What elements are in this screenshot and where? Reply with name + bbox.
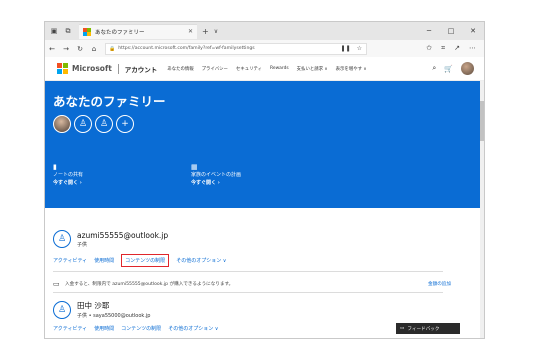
nav-security[interactable]: セキュリティ (236, 66, 262, 72)
nav-your-info[interactable]: あなたの情報 (167, 66, 193, 72)
divider (53, 292, 443, 293)
favorites-icon[interactable]: ✩ (426, 44, 432, 53)
scrollbar[interactable] (480, 81, 484, 338)
nav-rewards[interactable]: Rewards (270, 66, 289, 72)
page-title: あなたのファミリー (53, 94, 166, 109)
feedback-label: フィードバック (407, 326, 440, 332)
member-tabs: アクティビティ 使用時間 コンテンツの制限 その他のオプション ∨ (53, 254, 473, 267)
member-card: ♙ azumi55555@outlook.jp 子供 アクティビティ 使用時間 … (53, 230, 473, 293)
share-icon[interactable]: ↗ (454, 44, 460, 53)
scroll-thumb[interactable] (480, 101, 484, 141)
tab-more-options[interactable]: その他のオプション ∨ (168, 325, 218, 332)
close-window-button[interactable]: ✕ (462, 27, 484, 35)
nav-privacy[interactable]: プライバシー (202, 66, 228, 72)
lock-icon: 🔒 (109, 45, 116, 52)
feature-calendar: ▦ 家族のイベントの計画 今すぐ開く › (191, 163, 241, 187)
feature-label: ノートの共有 (53, 172, 84, 178)
cart-icon[interactable]: 🛒 (444, 65, 453, 73)
member-name: 田中 沙耶 (77, 301, 110, 310)
url-text[interactable]: https://account.microsoft.com/family?ref… (118, 46, 254, 51)
favorite-star-icon[interactable]: ☆ (357, 45, 362, 52)
back-button[interactable]: ← (45, 45, 59, 53)
spending-notice: ▭ 入金すると、制限内で azumi55555@outlook.jp が購入でき… (53, 280, 473, 288)
member-role: 子供 (77, 241, 88, 248)
feedback-icon: ▭ (400, 326, 405, 331)
user-avatar[interactable] (461, 62, 474, 75)
family-hero: あなたのファミリー ♙ ♙ + ▮ ノートの共有 今すぐ開く › ▦ 家族のイベ… (45, 81, 484, 208)
address-toolbar: ← → ↻ ⌂ 🔒 https://account.microsoft.com/… (45, 40, 484, 57)
member-email: azumi55555@outlook.jp (77, 230, 169, 240)
header-divider (117, 63, 119, 74)
tab-activity[interactable]: アクティビティ (53, 325, 87, 332)
brand-name[interactable]: Microsoft (72, 64, 112, 73)
browser-window: ▣ ⧉ あなたのファミリー ✕ + ∨ ─ □ ✕ ← → ↻ ⌂ 🔒 http… (44, 21, 485, 339)
new-tab-button[interactable]: + (202, 27, 209, 36)
open-now-link[interactable]: 今すぐ開く › (53, 179, 83, 187)
account-link[interactable]: アカウント (125, 64, 158, 74)
close-tab-icon[interactable]: ✕ (188, 28, 193, 35)
onenote-icon: ▮ (53, 163, 57, 171)
card-icon: ▭ (53, 280, 60, 288)
tab-title: あなたのファミリー (95, 29, 145, 36)
feature-label: 家族のイベントの計画 (191, 172, 242, 178)
calendar-icon: ▦ (191, 163, 198, 171)
address-bar[interactable]: 🔒 https://account.microsoft.com/family?r… (105, 42, 367, 55)
reading-view-icon[interactable]: ❚❚ (341, 45, 351, 52)
tab-actions-icon[interactable]: ⧉ (63, 26, 73, 36)
member-list: ♙ azumi55555@outlook.jp 子供 アクティビティ 使用時間 … (45, 208, 484, 338)
member-avatar-photo[interactable] (53, 115, 71, 133)
maximize-button[interactable]: □ (440, 27, 462, 35)
tab-content-restrictions[interactable]: コンテンツの制限 (121, 325, 161, 332)
forward-button[interactable]: → (59, 45, 73, 53)
member-avatars: ♙ ♙ + (53, 115, 134, 133)
person-icon: ♙ (53, 300, 71, 319)
tab-screen-time[interactable]: 使用時間 (94, 257, 114, 264)
tab-list-chevron-icon[interactable]: ∨ (214, 28, 218, 35)
home-button[interactable]: ⌂ (87, 45, 101, 53)
person-icon: ♙ (53, 230, 71, 248)
nav-payment[interactable]: 支払いと請求 ∨ (297, 66, 328, 72)
window-menu-icon[interactable]: ▣ (49, 26, 59, 36)
divider (53, 271, 443, 272)
nav-more[interactable]: 表示を増やす ∨ (336, 66, 367, 72)
add-member-button[interactable]: + (116, 115, 134, 133)
header-nav: あなたの情報 プライバシー セキュリティ Rewards 支払いと請求 ∨ 表示… (167, 66, 366, 72)
minimize-button[interactable]: ─ (418, 27, 440, 35)
open-now-link[interactable]: 今すぐ開く › (191, 179, 241, 187)
notice-text: 入金すると、制限内で azumi55555@outlook.jp が購入できるよ… (65, 282, 234, 287)
tab-bar: ▣ ⧉ あなたのファミリー ✕ + ∨ ─ □ ✕ (45, 22, 484, 40)
microsoft-favicon-icon (83, 27, 91, 36)
collections-icon[interactable]: ⌗ (441, 44, 445, 53)
microsoft-logo-icon[interactable] (57, 63, 68, 74)
member-role: 子供 • saya55000@outlook.jp (77, 313, 151, 319)
member-avatar-icon[interactable]: ♙ (74, 115, 92, 133)
tab-more-options[interactable]: その他のオプション ∨ (176, 257, 226, 264)
window-controls: ─ □ ✕ (418, 27, 484, 35)
feature-notes: ▮ ノートの共有 今すぐ開く › (53, 163, 83, 187)
add-money-link[interactable]: 金額の追加 (428, 281, 451, 287)
refresh-button[interactable]: ↻ (73, 45, 87, 53)
tab-screen-time[interactable]: 使用時間 (94, 325, 114, 332)
member-avatar-icon[interactable]: ♙ (95, 115, 113, 133)
more-menu-icon[interactable]: ⋯ (469, 44, 476, 53)
site-header: Microsoft アカウント あなたの情報 プライバシー セキュリティ Rew… (45, 57, 484, 81)
tab-content-restrictions[interactable]: コンテンツの制限 (121, 254, 170, 267)
search-icon[interactable]: ⌕ (432, 64, 436, 73)
feedback-button[interactable]: ▭ フィードバック (396, 323, 460, 334)
tab-activity[interactable]: アクティビティ (53, 257, 87, 264)
browser-tab[interactable]: あなたのファミリー ✕ (79, 23, 197, 39)
